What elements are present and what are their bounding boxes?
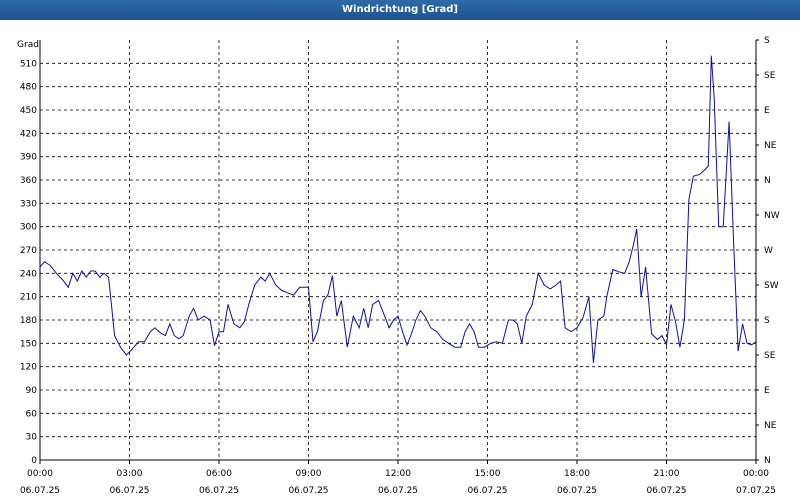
- right-tick-label: SE: [764, 71, 776, 81]
- y-tick-label: 510: [20, 59, 37, 69]
- x-tick-date: 06.07.25: [467, 486, 507, 496]
- y-tick-label: 180: [20, 316, 37, 326]
- y-tick-label: 120: [20, 363, 37, 373]
- right-tick-label: SW: [764, 281, 779, 291]
- right-tick-label: NE: [764, 421, 777, 431]
- y-tick-label: 240: [20, 269, 37, 279]
- y-tick-label: 270: [20, 246, 37, 256]
- grid-lines: [40, 40, 756, 460]
- chart-title: Windrichtung [Grad]: [342, 4, 458, 15]
- y-axis-label: Grad: [17, 40, 39, 50]
- x-tick-date: 06.07.25: [199, 486, 239, 496]
- right-tick-label: S: [764, 36, 770, 46]
- x-tick-time: 03:00: [117, 469, 143, 479]
- y-tick-label: 480: [20, 83, 37, 93]
- x-tick-date: 06.07.25: [378, 486, 418, 496]
- x-tick-time: 18:00: [564, 469, 590, 479]
- x-tick-time: 09:00: [296, 469, 322, 479]
- x-tick-time: 15:00: [475, 469, 501, 479]
- right-tick-label: NW: [764, 211, 780, 221]
- x-axis-labels: 00:00 06.07.25 03:00 06.07.25 06:00 06.07.25 0…: [20, 469, 776, 496]
- x-tick-date: 06.07.25: [20, 486, 60, 496]
- chart-axes: [39, 39, 759, 464]
- y-tick-label: 330: [20, 199, 37, 209]
- x-tick-date: 06.07.25: [557, 486, 597, 496]
- y-tick-label: 150: [20, 339, 37, 349]
- right-axis-labels: N NE E SE S SW W NW N NE E SE S: [764, 36, 780, 466]
- y-tick-label: 420: [20, 129, 37, 139]
- chart-title-bar: Windrichtung [Grad]: [0, 0, 800, 20]
- y-tick-label: 60: [26, 409, 38, 419]
- right-tick-label: S: [764, 316, 770, 326]
- x-tick-date: 06.07.25: [109, 486, 149, 496]
- right-tick-label: SE: [764, 351, 776, 361]
- x-tick-time: 06:00: [206, 469, 232, 479]
- x-tick-date: 07.07.25: [736, 486, 776, 496]
- y-tick-label: 0: [31, 456, 37, 466]
- right-tick-label: NE: [764, 141, 777, 151]
- y-tick-label: 210: [20, 293, 37, 303]
- right-tick-label: N: [764, 456, 771, 466]
- right-tick-label: N: [764, 176, 771, 186]
- x-tick-time: 00:00: [27, 469, 53, 479]
- x-tick-date: 06.07.25: [288, 486, 328, 496]
- y-tick-label: 90: [26, 386, 38, 396]
- wind-direction-chart: 0 30 60 90 120 150 180 210 240 270 300 330 360 390 420…: [17, 36, 780, 496]
- x-tick-time: 21:00: [654, 469, 680, 479]
- x-tick-date: 06.07.25: [646, 486, 686, 496]
- x-tick-time: 00:00: [743, 469, 769, 479]
- y-tick-label: 390: [20, 153, 37, 163]
- right-tick-label: E: [764, 106, 770, 116]
- y-tick-label: 300: [20, 223, 37, 233]
- left-axis-labels: 0 30 60 90 120 150 180 210 240 270 300 330 360 390 420…: [20, 59, 37, 466]
- x-tick-time: 12:00: [385, 469, 411, 479]
- y-tick-label: 360: [20, 176, 37, 186]
- right-tick-label: E: [764, 386, 770, 396]
- right-tick-label: W: [764, 246, 773, 256]
- y-tick-label: 30: [26, 433, 38, 443]
- y-tick-label: 450: [20, 106, 37, 116]
